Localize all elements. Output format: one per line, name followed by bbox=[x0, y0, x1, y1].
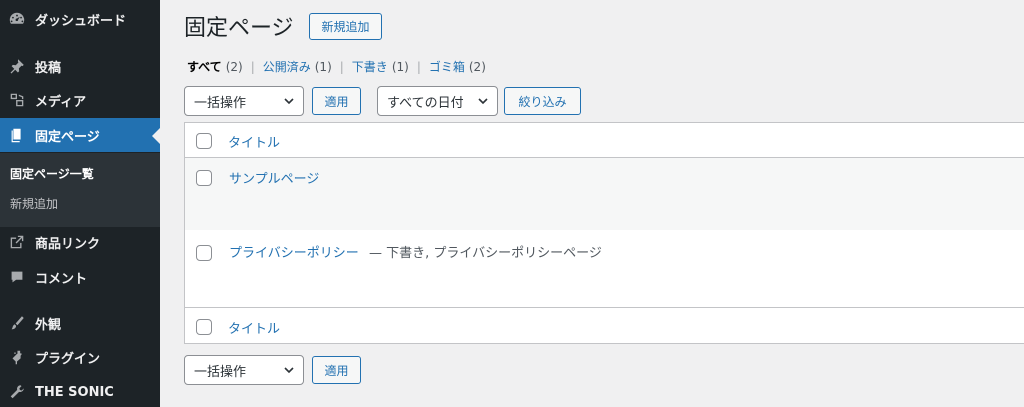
filter-all[interactable]: すべて bbox=[187, 58, 222, 75]
filter-trash-count: (2) bbox=[468, 59, 486, 74]
row-title-link[interactable]: プライバシーポリシー bbox=[229, 242, 359, 261]
sidebar-item-label: メディア bbox=[35, 94, 87, 110]
page-title: 固定ページ bbox=[184, 16, 294, 41]
chevron-down-icon bbox=[284, 367, 294, 374]
select-all-checkbox-footer[interactable] bbox=[196, 319, 212, 335]
table-footer-row: タイトル bbox=[185, 307, 1024, 344]
bulk-action-value: 一括操作 bbox=[194, 95, 247, 111]
sidebar-item-the-sonic[interactable]: THE SONIC bbox=[0, 375, 160, 407]
plugin-icon bbox=[7, 347, 27, 367]
sidebar-item-label: ダッシュボード bbox=[35, 13, 127, 29]
current-menu-arrow bbox=[152, 128, 160, 144]
sidebar-item-label: 固定ページ bbox=[35, 129, 100, 145]
admin-sidebar: ダッシュボード 投稿 メディア 固定ページ 固定ページ一覧 新規追加 商品リンク bbox=[0, 0, 160, 407]
filter-published[interactable]: 公開済み bbox=[263, 58, 311, 75]
table-row: プライバシーポリシー — 下書き, プライバシーポリシーページ bbox=[185, 230, 1024, 307]
sidebar-item-label: コメント bbox=[35, 271, 88, 287]
sidebar-item-label: 商品リンク bbox=[35, 236, 101, 252]
sidebar-item-dashboard[interactable]: ダッシュボード bbox=[0, 2, 160, 36]
external-link-icon bbox=[7, 232, 27, 252]
chevron-down-icon bbox=[284, 98, 294, 105]
table-header-row: タイトル bbox=[185, 123, 1024, 158]
sidebar-item-posts[interactable]: 投稿 bbox=[0, 49, 160, 83]
row-title-link[interactable]: サンプルページ bbox=[229, 168, 319, 187]
status-filter-links: すべて (2) | 公開済み (1) | 下書き (1) | ゴミ箱 (2) bbox=[187, 58, 486, 75]
pages-table: タイトル サンプルページ プライバシーポリシー — 下書き, プライバシーポリシ… bbox=[184, 122, 1024, 344]
add-new-button[interactable]: 新規追加 bbox=[309, 13, 382, 40]
sidebar-item-label: 外観 bbox=[35, 317, 62, 333]
pages-submenu: 固定ページ一覧 新規追加 bbox=[0, 153, 160, 227]
sidebar-item-appearance[interactable]: 外観 bbox=[0, 306, 160, 340]
sidebar-item-plugins[interactable]: プラグイン bbox=[0, 340, 160, 374]
select-all-checkbox[interactable] bbox=[196, 133, 212, 149]
filter-draft-count: (1) bbox=[391, 59, 409, 74]
sidebar-item-pages[interactable]: 固定ページ bbox=[0, 118, 160, 152]
date-filter-value: すべての日付 bbox=[387, 95, 464, 111]
filter-draft[interactable]: 下書き bbox=[352, 58, 388, 75]
row-checkbox[interactable] bbox=[196, 245, 212, 261]
media-icon bbox=[7, 90, 27, 110]
submenu-item-add-new[interactable]: 新規追加 bbox=[10, 195, 58, 212]
submenu-item-all-pages[interactable]: 固定ページ一覧 bbox=[10, 165, 94, 182]
bulk-action-select-top[interactable]: 一括操作 bbox=[184, 86, 304, 116]
table-row: サンプルページ bbox=[185, 158, 1024, 230]
column-title-header[interactable]: タイトル bbox=[228, 132, 280, 151]
sidebar-item-product-links[interactable]: 商品リンク bbox=[0, 225, 160, 259]
filter-separator: | bbox=[250, 59, 255, 74]
sidebar-item-comments[interactable]: コメント bbox=[0, 260, 160, 294]
sidebar-item-media[interactable]: メディア bbox=[0, 83, 160, 117]
filter-published-count: (1) bbox=[314, 59, 332, 74]
apply-button-bottom[interactable]: 適用 bbox=[312, 356, 361, 384]
filter-button[interactable]: 絞り込み bbox=[504, 87, 581, 115]
filter-separator: | bbox=[339, 59, 344, 74]
filter-trash[interactable]: ゴミ箱 bbox=[429, 58, 465, 75]
pin-icon bbox=[7, 56, 27, 76]
wrench-icon bbox=[7, 382, 27, 402]
bulk-action-select-bottom[interactable]: 一括操作 bbox=[184, 355, 304, 385]
filter-separator: | bbox=[416, 59, 421, 74]
date-filter-select[interactable]: すべての日付 bbox=[377, 86, 498, 116]
page-icon bbox=[7, 125, 27, 145]
filter-all-count: (2) bbox=[225, 59, 243, 74]
bulk-action-value: 一括操作 bbox=[194, 364, 247, 380]
sidebar-item-label: THE SONIC bbox=[35, 384, 114, 400]
dashboard-icon bbox=[7, 9, 27, 29]
apply-button-top[interactable]: 適用 bbox=[312, 87, 361, 115]
comment-icon bbox=[7, 267, 27, 287]
chevron-down-icon bbox=[478, 98, 488, 105]
column-title-footer[interactable]: タイトル bbox=[228, 318, 280, 337]
sidebar-item-label: プラグイン bbox=[35, 351, 101, 367]
row-checkbox[interactable] bbox=[196, 170, 212, 186]
sidebar-item-label: 投稿 bbox=[35, 60, 62, 76]
post-state-label: — 下書き, プライバシーポリシーページ bbox=[369, 246, 602, 261]
brush-icon bbox=[7, 313, 27, 333]
